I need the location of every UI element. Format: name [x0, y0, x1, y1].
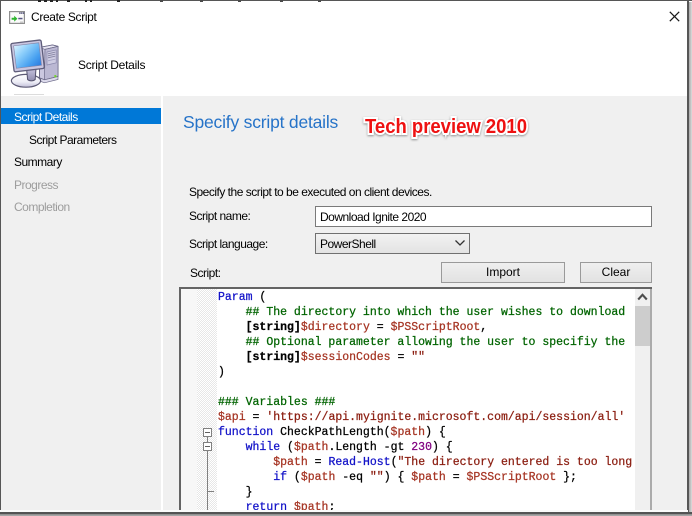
svg-text:Tech preview 2010: Tech preview 2010	[365, 115, 527, 138]
